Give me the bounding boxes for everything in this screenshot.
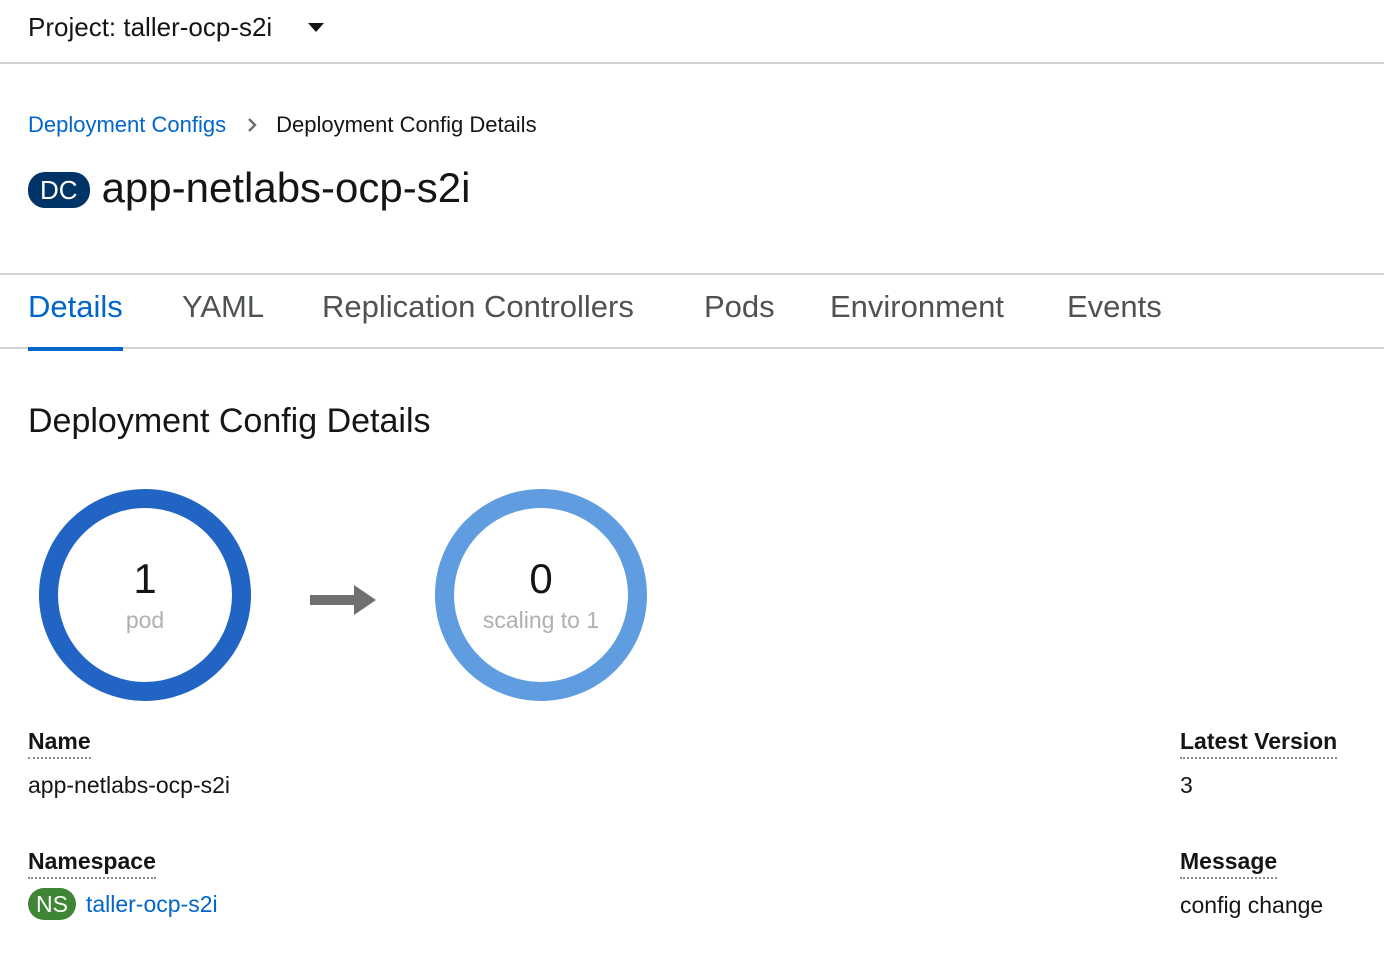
namespace-link[interactable]: taller-ocp-s2i — [86, 891, 218, 918]
latest-version-term: Latest Version — [1180, 728, 1338, 759]
tab-replication-controllers[interactable]: Replication Controllers — [322, 289, 634, 337]
scaling-target-label: scaling to 1 — [482, 607, 600, 633]
scaling-current-count: 0 — [529, 555, 553, 602]
name-value: app-netlabs-ocp-s2i — [28, 772, 231, 798]
latest-version-value: 3 — [1180, 772, 1193, 798]
project-bar: Project: taller-ocp-s2i — [0, 0, 1384, 64]
caret-down-icon — [308, 22, 325, 32]
pod-count-label: pod — [125, 607, 165, 633]
scaling-target-ring: 0 scaling to 1 — [435, 489, 647, 701]
breadcrumb: Deployment Configs Deployment Config Det… — [28, 110, 537, 140]
project-label: Project: taller-ocp-s2i — [28, 11, 273, 42]
breadcrumb-current: Deployment Config Details — [276, 112, 537, 137]
page-title: DC app-netlabs-ocp-s2i — [28, 160, 470, 216]
namespace-value: NS taller-ocp-s2i — [28, 888, 218, 920]
project-selector[interactable]: Project: taller-ocp-s2i — [28, 10, 325, 44]
resource-name-title: app-netlabs-ocp-s2i — [101, 164, 471, 211]
pod-count-ring: 1 pod — [39, 489, 251, 701]
chevron-right-icon — [246, 117, 258, 133]
section-heading: Deployment Config Details — [28, 402, 431, 440]
message-value: config change — [1180, 892, 1324, 918]
tab-bar: Details YAML Replication Controllers Pod… — [0, 273, 1384, 351]
arrow-right-icon — [310, 583, 378, 622]
tab-details[interactable]: Details — [28, 289, 123, 351]
tab-events[interactable]: Events — [1067, 289, 1162, 337]
tab-yaml[interactable]: YAML — [182, 289, 264, 337]
tab-environment[interactable]: Environment — [830, 289, 1004, 337]
resource-type-badge: DC — [28, 172, 90, 208]
tab-pods[interactable]: Pods — [704, 289, 775, 337]
breadcrumb-link-deployment-configs[interactable]: Deployment Configs — [28, 112, 226, 138]
pod-count: 1 — [133, 555, 157, 602]
namespace-term: Namespace — [28, 848, 156, 879]
namespace-badge: NS — [28, 888, 76, 920]
message-term: Message — [1180, 848, 1278, 879]
name-term: Name — [28, 728, 91, 759]
